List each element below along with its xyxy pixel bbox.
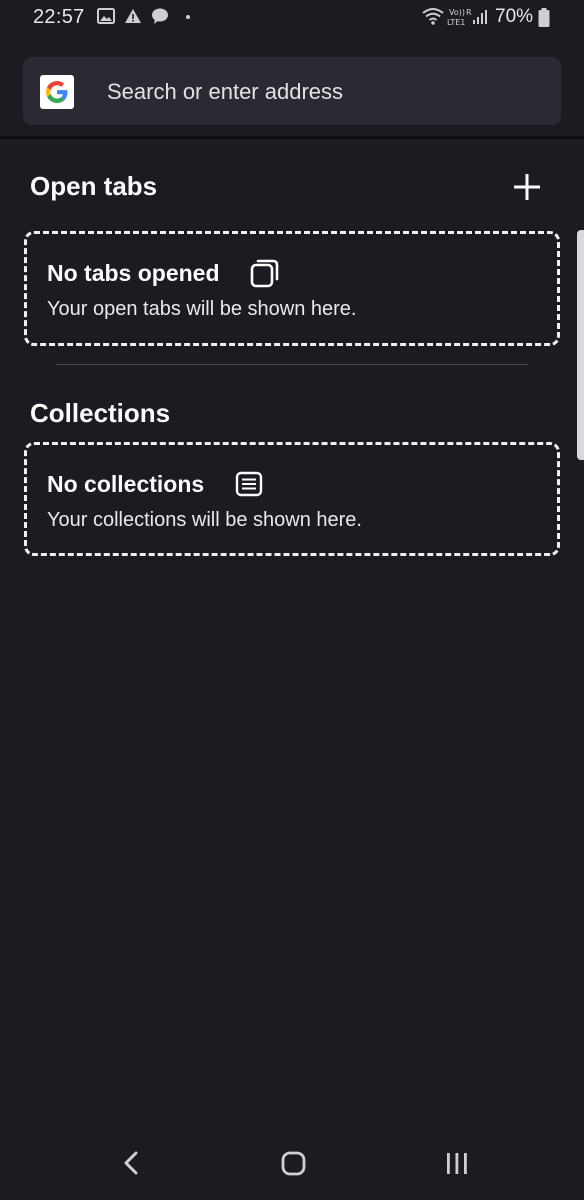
back-button[interactable]: [120, 1148, 142, 1183]
url-bar[interactable]: Search or enter address: [23, 57, 561, 125]
no-tabs-title: No tabs opened: [47, 260, 220, 286]
no-collections-title: No collections: [47, 471, 205, 497]
collection-icon: [235, 470, 263, 503]
notification-dot: [186, 15, 190, 19]
section-divider: [56, 364, 528, 365]
scrollbar[interactable]: [577, 230, 584, 460]
svg-text:Vo)): Vo)): [449, 8, 465, 17]
chat-bubble-icon: [151, 8, 169, 30]
recents-button[interactable]: [444, 1148, 470, 1183]
google-logo-icon: [40, 75, 74, 109]
no-tabs-description: Your open tabs will be shown here.: [47, 298, 357, 320]
no-collections-description: Your collections will be shown here.: [47, 509, 362, 531]
browser-toolbar: Search or enter address: [0, 36, 584, 139]
battery-icon: [538, 8, 550, 32]
image-icon: [97, 8, 115, 29]
signal-icon: [472, 9, 488, 30]
no-tabs-card: No tabs opened Your open tabs will be sh…: [24, 231, 560, 346]
battery-percentage: 70%: [495, 6, 534, 27]
open-tabs-heading: Open tabs: [30, 171, 158, 201]
add-tab-button[interactable]: [506, 166, 548, 208]
status-time: 22:57: [33, 6, 85, 28]
wifi-icon: [421, 7, 445, 30]
volte-lte-icon: Vo)) R LTE1: [446, 6, 472, 33]
system-nav-bar: [0, 1132, 584, 1200]
status-bar: 22:57 Vo)) R LTE1 70%: [0, 0, 584, 36]
home-icon: [281, 1151, 306, 1176]
back-icon: [124, 1151, 138, 1175]
plus-icon: [514, 174, 540, 200]
tabs-icon: [249, 258, 281, 295]
svg-text:LTE1: LTE1: [447, 18, 465, 27]
search-placeholder: Search or enter address: [107, 79, 344, 104]
no-collections-card: No collections Your collections will be …: [24, 442, 560, 556]
home-button[interactable]: [280, 1148, 308, 1183]
warning-icon: [124, 8, 142, 29]
collections-heading: Collections: [30, 398, 171, 428]
recents-icon: [447, 1153, 467, 1174]
tabs-tray-screen: 22:57 Vo)) R LTE1 70% Search or enter ad…: [0, 0, 584, 1200]
